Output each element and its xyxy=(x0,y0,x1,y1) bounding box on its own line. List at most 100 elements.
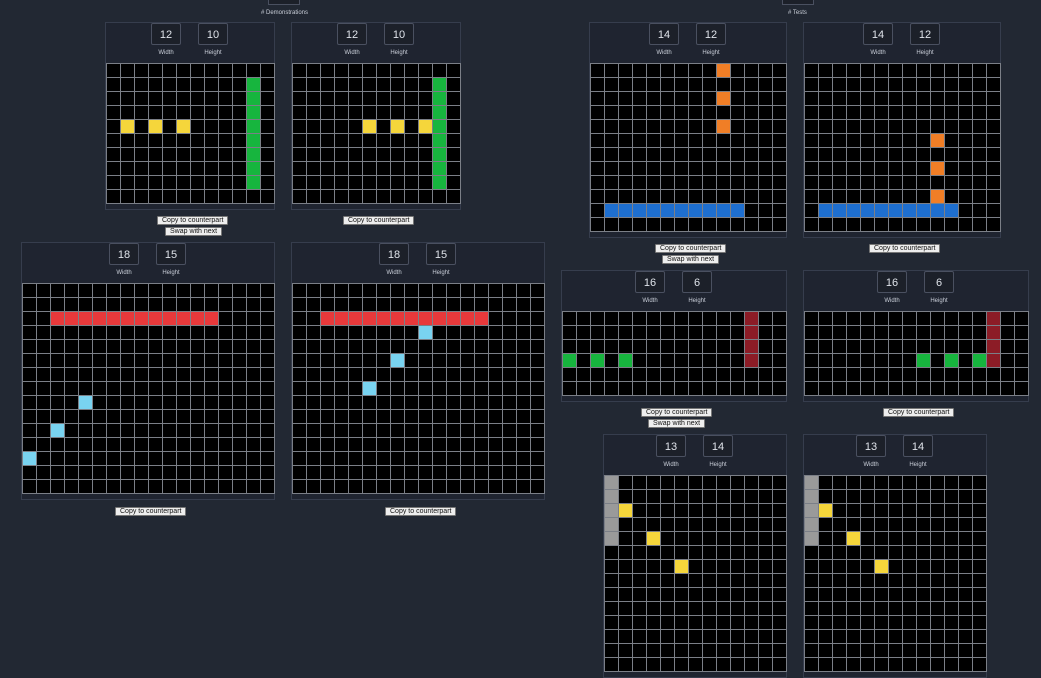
grid-cell[interactable] xyxy=(247,134,260,147)
grid-cell[interactable] xyxy=(647,340,660,353)
grid-cell[interactable] xyxy=(731,546,744,559)
grid-cell[interactable] xyxy=(531,326,544,339)
grid-cell[interactable] xyxy=(605,176,618,189)
grid-cell[interactable] xyxy=(65,354,78,367)
grid-cell[interactable] xyxy=(973,574,986,587)
grid-cell[interactable] xyxy=(773,148,786,161)
grid-cell[interactable] xyxy=(363,452,376,465)
grid-cell[interactable] xyxy=(233,410,246,423)
grid-cell[interactable] xyxy=(889,204,902,217)
grid-cell[interactable] xyxy=(135,410,148,423)
grid-cell[interactable] xyxy=(321,120,334,133)
grid-cell[interactable] xyxy=(205,134,218,147)
grid-cell[interactable] xyxy=(233,340,246,353)
test1-input-grid[interactable] xyxy=(590,63,787,232)
grid-cell[interactable] xyxy=(321,148,334,161)
grid-cell[interactable] xyxy=(247,438,260,451)
grid-cell[interactable] xyxy=(773,616,786,629)
grid-cell[interactable] xyxy=(307,106,320,119)
grid-cell[interactable] xyxy=(121,312,134,325)
grid-cell[interactable] xyxy=(773,340,786,353)
grid-cell[interactable] xyxy=(93,368,106,381)
grid-cell[interactable] xyxy=(903,658,916,671)
grid-cell[interactable] xyxy=(945,120,958,133)
grid-cell[interactable] xyxy=(517,480,530,493)
grid-cell[interactable] xyxy=(433,438,446,451)
grid-cell[interactable] xyxy=(349,298,362,311)
grid-cell[interactable] xyxy=(489,438,502,451)
grid-cell[interactable] xyxy=(247,148,260,161)
grid-cell[interactable] xyxy=(833,630,846,643)
grid-cell[interactable] xyxy=(447,298,460,311)
demo2-output-width-input[interactable]: 18 xyxy=(379,243,409,265)
grid-cell[interactable] xyxy=(23,424,36,437)
grid-cell[interactable] xyxy=(647,504,660,517)
grid-cell[interactable] xyxy=(931,574,944,587)
grid-cell[interactable] xyxy=(833,162,846,175)
grid-cell[interactable] xyxy=(405,162,418,175)
grid-cell[interactable] xyxy=(461,410,474,423)
grid-cell[interactable] xyxy=(377,120,390,133)
grid-cell[interactable] xyxy=(563,368,576,381)
grid-cell[interactable] xyxy=(833,312,846,325)
grid-cell[interactable] xyxy=(489,424,502,437)
grid-cell[interactable] xyxy=(433,64,446,77)
grid-cell[interactable] xyxy=(675,630,688,643)
grid-cell[interactable] xyxy=(51,340,64,353)
grid-cell[interactable] xyxy=(745,78,758,91)
grid-cell[interactable] xyxy=(531,312,544,325)
grid-cell[interactable] xyxy=(591,78,604,91)
grid-cell[interactable] xyxy=(377,148,390,161)
grid-cell[interactable] xyxy=(149,312,162,325)
grid-cell[interactable] xyxy=(461,284,474,297)
grid-cell[interactable] xyxy=(405,312,418,325)
grid-cell[interactable] xyxy=(605,602,618,615)
test1-output-width-input[interactable]: 14 xyxy=(863,23,893,45)
grid-cell[interactable] xyxy=(731,518,744,531)
grid-cell[interactable] xyxy=(517,424,530,437)
grid-cell[interactable] xyxy=(191,298,204,311)
grid-cell[interactable] xyxy=(861,204,874,217)
grid-cell[interactable] xyxy=(191,326,204,339)
grid-cell[interactable] xyxy=(633,340,646,353)
grid-cell[interactable] xyxy=(773,78,786,91)
grid-cell[interactable] xyxy=(489,396,502,409)
grid-cell[interactable] xyxy=(447,92,460,105)
grid-cell[interactable] xyxy=(819,588,832,601)
grid-cell[interactable] xyxy=(447,190,460,203)
grid-cell[interactable] xyxy=(745,134,758,147)
grid-cell[interactable] xyxy=(773,312,786,325)
grid-cell[interactable] xyxy=(759,204,772,217)
grid-cell[interactable] xyxy=(959,190,972,203)
grid-cell[interactable] xyxy=(959,312,972,325)
grid-cell[interactable] xyxy=(37,452,50,465)
grid-cell[interactable] xyxy=(405,382,418,395)
grid-cell[interactable] xyxy=(847,658,860,671)
grid-cell[interactable] xyxy=(149,382,162,395)
grid-cell[interactable] xyxy=(135,162,148,175)
grid-cell[interactable] xyxy=(903,312,916,325)
grid-cell[interactable] xyxy=(973,312,986,325)
grid-cell[interactable] xyxy=(619,326,632,339)
grid-cell[interactable] xyxy=(591,382,604,395)
grid-cell[interactable] xyxy=(247,368,260,381)
grid-cell[interactable] xyxy=(903,190,916,203)
grid-cell[interactable] xyxy=(335,134,348,147)
grid-cell[interactable] xyxy=(377,326,390,339)
grid-cell[interactable] xyxy=(233,162,246,175)
grid-cell[interactable] xyxy=(889,312,902,325)
grid-cell[interactable] xyxy=(391,382,404,395)
grid-cell[interactable] xyxy=(191,106,204,119)
grid-cell[interactable] xyxy=(945,560,958,573)
grid-cell[interactable] xyxy=(689,490,702,503)
grid-cell[interactable] xyxy=(391,368,404,381)
grid-cell[interactable] xyxy=(675,354,688,367)
grid-cell[interactable] xyxy=(293,480,306,493)
grid-cell[interactable] xyxy=(307,466,320,479)
grid-cell[interactable] xyxy=(149,438,162,451)
grid-cell[interactable] xyxy=(633,658,646,671)
grid-cell[interactable] xyxy=(233,78,246,91)
grid-cell[interactable] xyxy=(219,78,232,91)
grid-cell[interactable] xyxy=(945,368,958,381)
grid-cell[interactable] xyxy=(605,134,618,147)
